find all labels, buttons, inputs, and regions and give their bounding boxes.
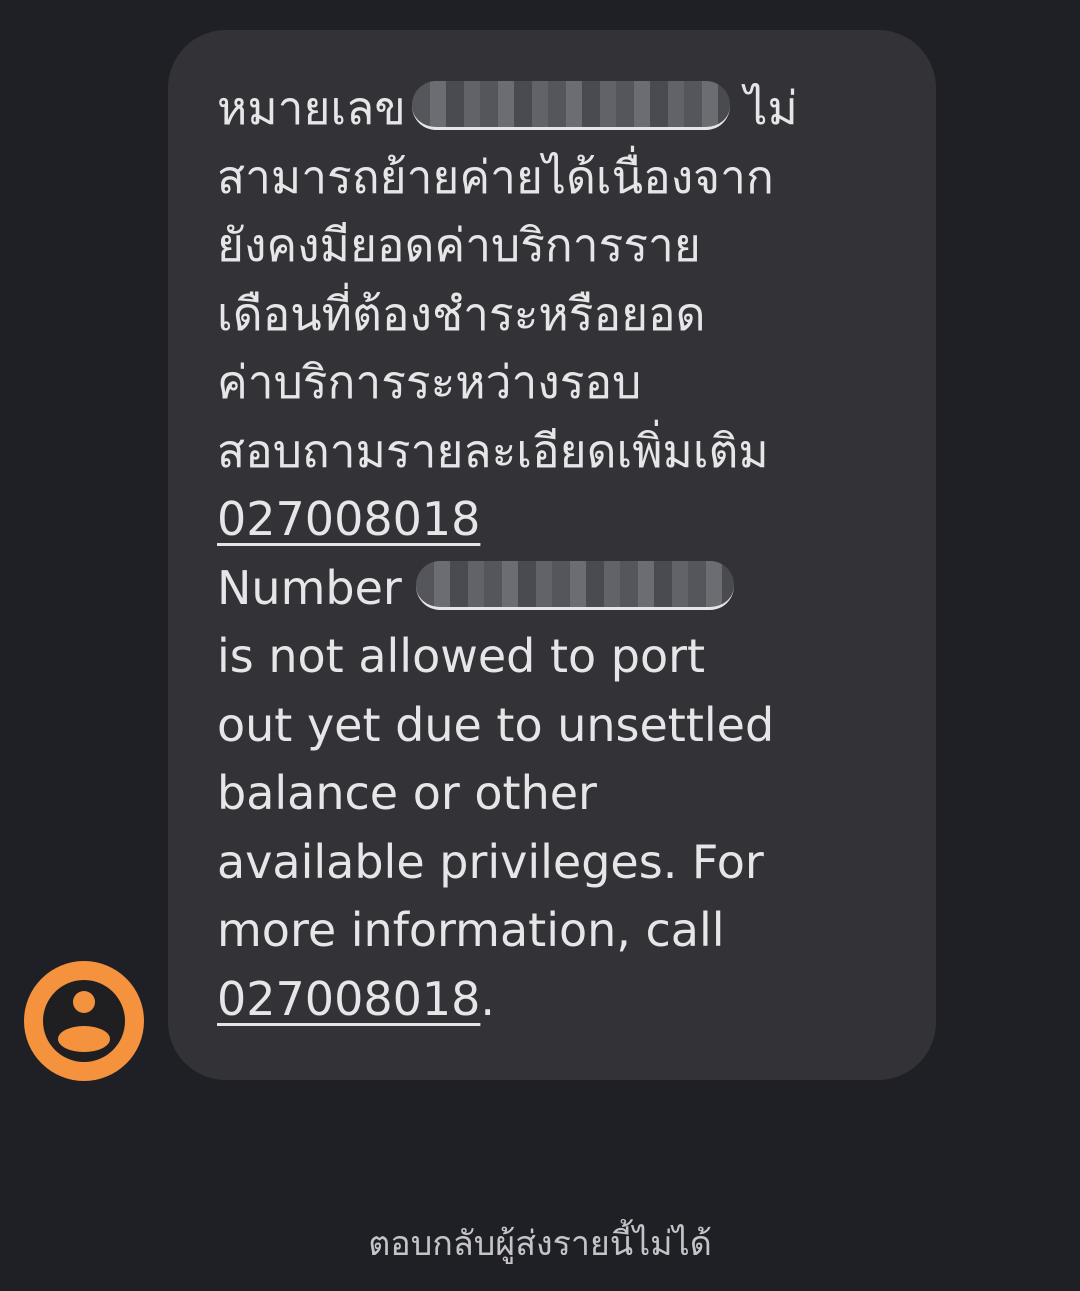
sender-avatar[interactable] bbox=[24, 961, 144, 1081]
reply-disabled-notice: ตอบกลับผู้ส่งรายนี้ไม่ได้ bbox=[368, 1224, 712, 1264]
message-line: สอบถามรายละเอียดเพิ่มเติม bbox=[217, 423, 769, 478]
message-line: หมายเลข ไม่ bbox=[217, 74, 892, 143]
thai-number-label: หมายเลข bbox=[217, 81, 406, 135]
thai-line-suffix: ไม่ bbox=[744, 81, 798, 135]
message-line: more information, call bbox=[217, 903, 725, 957]
person-icon bbox=[43, 980, 125, 1062]
message-line: available privileges. For bbox=[217, 834, 764, 889]
message-line: ยังคงมียอดค่าบริการราย bbox=[217, 218, 701, 272]
sentence-period: . bbox=[480, 971, 496, 1026]
message-line: สามารถย้ายค่ายได้เนื่องจาก bbox=[217, 149, 774, 204]
english-number-label: Number bbox=[217, 560, 402, 615]
message-line: Number bbox=[217, 554, 892, 623]
english-phone-link[interactable]: 027008018 bbox=[217, 972, 480, 1026]
message-line: 027008018 bbox=[217, 485, 892, 554]
message-line: เดือนที่ต้องชำระหรือยอด bbox=[217, 286, 706, 341]
message-line: balance or other bbox=[217, 766, 597, 820]
thai-phone-link[interactable]: 027008018 bbox=[217, 492, 480, 546]
redacted-phone-number[interactable] bbox=[411, 81, 730, 130]
redacted-phone-number[interactable] bbox=[415, 560, 734, 610]
message-line: is not allowed to port bbox=[217, 629, 706, 683]
message-line: ค่าบริการระหว่างรอบ bbox=[217, 355, 642, 409]
message-line: out yet due to unsettled bbox=[217, 697, 775, 752]
message-bubble[interactable]: หมายเลข ไม่ สามารถย้ายค่ายได้เนื่องจาก ย… bbox=[168, 30, 936, 1080]
message-text: หมายเลข ไม่ สามารถย้ายค่ายได้เนื่องจาก ย… bbox=[217, 74, 892, 1033]
message-line: 027008018. bbox=[217, 965, 892, 1034]
